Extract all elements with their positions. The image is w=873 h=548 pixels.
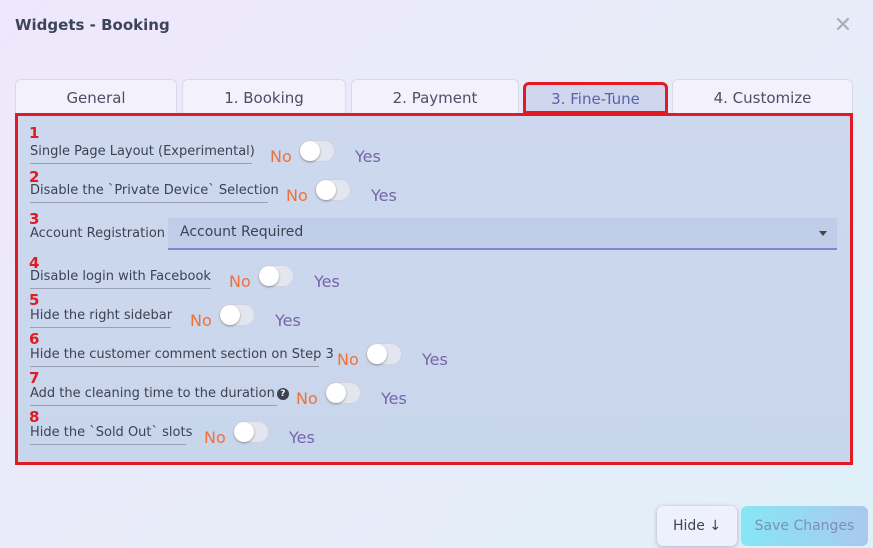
- no-label: No: [190, 311, 212, 330]
- yes-label: Yes: [422, 350, 448, 369]
- hide-button[interactable]: Hide ↓: [657, 506, 737, 546]
- tab-customize[interactable]: 4. Customize: [672, 79, 853, 113]
- setting-label-disable-facebook-login: Disable login with Facebook: [30, 269, 211, 289]
- yes-label: Yes: [371, 186, 397, 205]
- save-changes-button[interactable]: Save Changes: [741, 506, 868, 546]
- yes-label: Yes: [381, 389, 407, 408]
- setting-label-account-registration: Account Registration: [30, 226, 166, 241]
- no-label: No: [337, 350, 359, 369]
- hide-comment-section-toggle[interactable]: [366, 343, 402, 365]
- hide-button-label: Hide: [672, 518, 705, 534]
- tab-general[interactable]: General: [15, 79, 177, 113]
- yes-label: Yes: [289, 428, 315, 447]
- disable-facebook-login-toggle[interactable]: [258, 265, 294, 287]
- private-device-toggle[interactable]: [315, 179, 351, 201]
- tab-booking[interactable]: 1. Booking: [182, 79, 346, 113]
- tab-fine-tune[interactable]: 3. Fine-Tune: [523, 82, 668, 114]
- no-label: No: [204, 428, 226, 447]
- no-label: No: [270, 147, 292, 166]
- setting-label-hide-comment-section: Hide the customer comment section on Ste…: [30, 347, 334, 367]
- no-label: No: [229, 272, 251, 291]
- setting-label-cleaning-time: Add the cleaning time to the duration?: [30, 386, 289, 406]
- setting-label-single-page-layout: Single Page Layout (Experimental): [30, 144, 255, 164]
- question-circle-icon[interactable]: ?: [276, 388, 289, 400]
- no-label: No: [296, 389, 318, 408]
- cleaning-time-toggle[interactable]: [325, 382, 361, 404]
- annotation-number: 8: [29, 408, 40, 426]
- annotation-number: 6: [29, 330, 40, 348]
- yes-label: Yes: [314, 272, 340, 291]
- setting-label-hide-sold-out: Hide the `Sold Out` slots: [30, 425, 192, 445]
- account-registration-value: Account Required: [180, 224, 304, 240]
- arrow-down-icon: ↓: [709, 518, 722, 534]
- fine-tune-panel: [15, 113, 853, 465]
- account-registration-select[interactable]: Account Required: [168, 218, 837, 250]
- annotation-number: 5: [29, 291, 40, 309]
- hide-sold-out-toggle[interactable]: [233, 421, 269, 443]
- yes-label: Yes: [275, 311, 301, 330]
- no-label: No: [286, 186, 308, 205]
- tab-payment[interactable]: 2. Payment: [351, 79, 519, 113]
- cleaning-time-label-text: Add the cleaning time to the duration: [30, 386, 275, 401]
- setting-label-private-device: Disable the `Private Device` Selection: [30, 183, 279, 203]
- caret-down-icon: [819, 231, 827, 236]
- yes-label: Yes: [355, 147, 381, 166]
- setting-label-hide-right-sidebar: Hide the right sidebar: [30, 308, 172, 328]
- annotation-number: 7: [29, 369, 40, 387]
- single-page-layout-toggle[interactable]: [299, 140, 335, 162]
- window-title: Widgets - Booking: [15, 16, 170, 34]
- hide-right-sidebar-toggle[interactable]: [219, 304, 255, 326]
- annotation-number: 1: [29, 124, 40, 142]
- close-icon[interactable]: ✕: [833, 15, 853, 37]
